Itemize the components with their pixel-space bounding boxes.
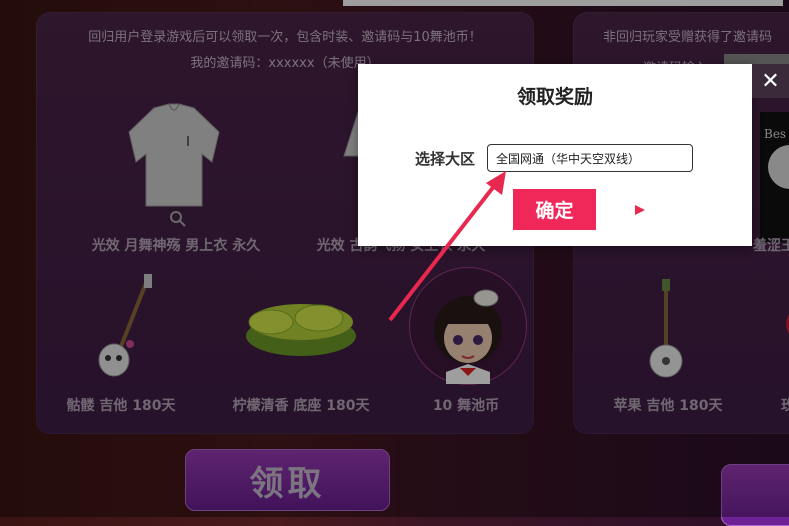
annotation-arrow-icon xyxy=(388,171,506,322)
close-icon[interactable]: ✕ xyxy=(752,64,789,98)
modal-title: 领取奖励 xyxy=(516,86,593,108)
confirm-button[interactable]: 确定 xyxy=(513,189,596,230)
play-arrow-icon xyxy=(635,205,645,215)
